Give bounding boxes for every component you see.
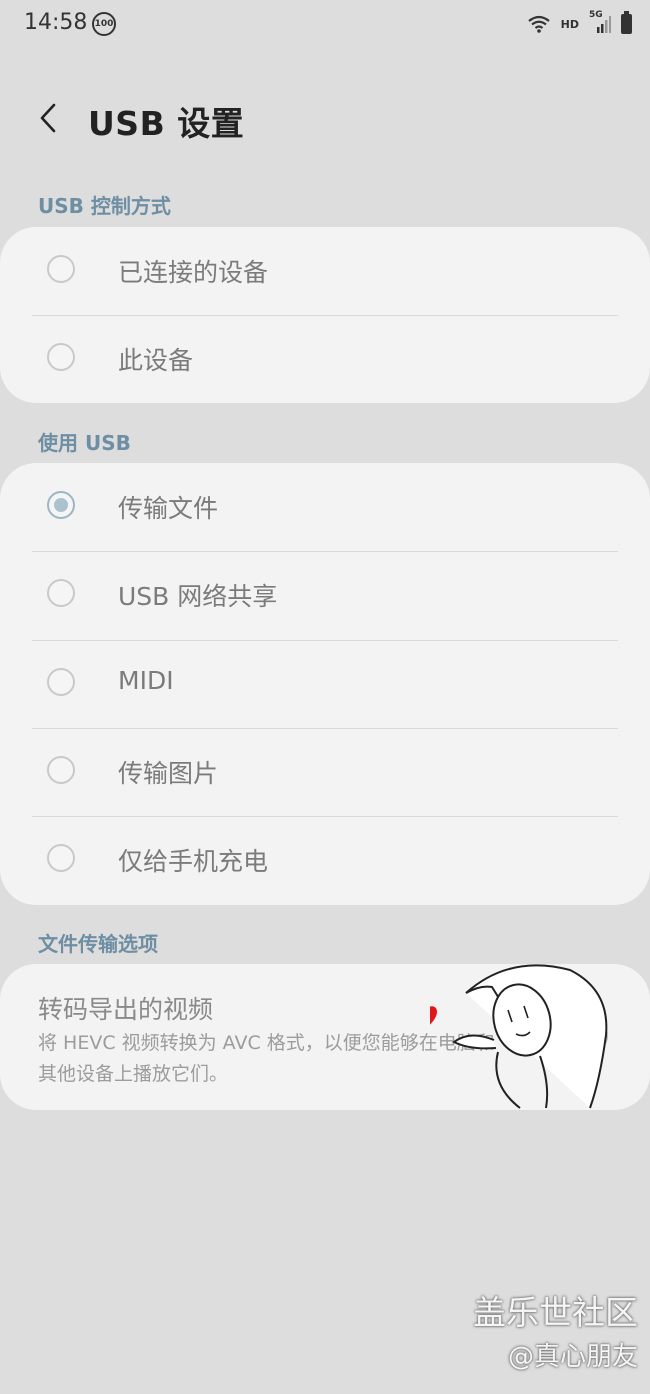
radio-button[interactable] [47,255,75,283]
use-usb-card: 传输文件 USB 网络共享 MIDI 传输图片 仅给手机充电 [0,463,650,905]
battery-saver-badge: 100 [92,12,116,36]
radio-option-midi[interactable]: MIDI [0,640,650,728]
status-icons: HD 5G [527,10,632,36]
signal-icon: 5G [589,10,611,34]
radio-option-connected-device[interactable]: 已连接的设备 [0,227,650,315]
radio-option-this-device[interactable]: 此设备 [0,315,650,403]
page-title: USB 设置 [88,104,245,143]
option-label: 此设备 [118,346,194,375]
option-label: 传输图片 [118,759,219,788]
app-header: USB 设置 [0,88,650,152]
transcode-title: 转码导出的视频 [38,995,214,1024]
control-card: 已连接的设备 此设备 [0,227,650,403]
radio-button[interactable] [47,756,75,784]
watermark-community: 盖乐世社区 [473,1293,638,1332]
radio-button-selected[interactable] [47,491,75,519]
wifi-icon [527,15,550,33]
option-label: 已连接的设备 [118,258,269,287]
radio-option-charge-only[interactable]: 仅给手机充电 [0,816,650,904]
status-bar: 14:58 100 HD 5G [0,0,650,48]
radio-button[interactable] [47,844,75,872]
option-label: USB 网络共享 [118,582,278,611]
section-label-use-usb: 使用 USB [38,431,131,455]
battery-icon [621,11,632,34]
radio-option-transfer-images[interactable]: 传输图片 [0,728,650,816]
section-label-transfer-options: 文件传输选项 [38,932,158,956]
radio-button[interactable] [47,579,75,607]
radio-button[interactable] [47,343,75,371]
radio-option-usb-tethering[interactable]: USB 网络共享 [0,551,650,639]
section-label-control: USB 控制方式 [38,194,171,218]
option-label: 仅给手机充电 [118,847,269,876]
option-label: 传输文件 [118,494,219,523]
option-label: MIDI [118,666,174,695]
status-time: 14:58 [24,10,88,35]
radio-option-transfer-files[interactable]: 传输文件 [0,463,650,551]
sticker-illustration [430,964,608,1109]
hd-indicator: HD [560,17,579,31]
watermark-user: @真心朋友 [507,1342,638,1372]
radio-button[interactable] [47,668,75,696]
back-button[interactable] [32,98,72,138]
chevron-left-icon [40,103,56,133]
